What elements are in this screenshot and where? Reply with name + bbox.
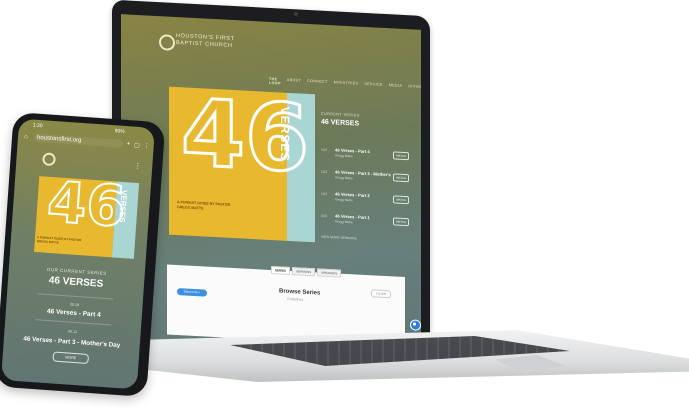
tabs-icon[interactable]: ▢: [134, 141, 140, 148]
watch-button[interactable]: WATCH: [393, 173, 409, 183]
show-info-button[interactable]: Show Info ⌕: [177, 288, 207, 297]
new-tab-icon[interactable]: +: [126, 141, 130, 147]
watch-button[interactable]: WATCH: [393, 217, 409, 227]
tab-sermons[interactable]: SERMONS: [292, 267, 316, 277]
browse-subtitle: Guidelines: [287, 296, 304, 302]
divider: [35, 319, 112, 325]
hero-number: 46: [44, 169, 128, 241]
watch-button[interactable]: WATCH: [393, 151, 409, 161]
view-more-link[interactable]: VIEW MORE SERMONS: [321, 235, 357, 241]
url-field[interactable]: houstonsfirst.org: [33, 133, 123, 148]
watch-button[interactable]: WATCH: [393, 195, 409, 205]
episode-row[interactable]: 10.6 46 Verses - Part 4 Gregg Matte WATC…: [321, 145, 413, 170]
phone-screen: 1:20 90% ⌂ houstonsfirst.org + ▢ ⋮ ⋮ 46 …: [1, 118, 155, 390]
church-logo-icon[interactable]: [159, 34, 175, 51]
filter-button[interactable]: FILTER: [371, 289, 391, 299]
episode-row[interactable]: 10.6 46 Verses - Part 2 Gregg Matte WATC…: [321, 189, 413, 214]
nav-connect[interactable]: CONNECT: [307, 79, 328, 88]
series-kicker: CURRENT SERIES: [321, 111, 360, 118]
nav-media[interactable]: MEDIA: [389, 83, 402, 92]
status-battery: 90%: [114, 128, 125, 135]
more-button[interactable]: MORE: [52, 351, 90, 364]
church-logo-text[interactable]: HOUSTON'S FIRST BAPTIST CHURCH: [176, 33, 235, 50]
home-icon[interactable]: ⌂: [22, 134, 30, 141]
menu-icon[interactable]: ⋮: [134, 162, 142, 170]
tab-speakers[interactable]: SPEAKERS: [317, 268, 342, 278]
church-logo-icon[interactable]: [42, 152, 56, 167]
tab-series[interactable]: SERIES: [271, 266, 291, 275]
laptop-screen: HOUSTON'S FIRST BAPTIST CHURCH THE LOOP …: [121, 14, 421, 360]
episode-row[interactable]: 10.6 46 Verses - Part 3 - Mother's Gregg…: [321, 167, 413, 192]
status-time: 1:20: [32, 122, 43, 130]
more-icon[interactable]: ⋮: [143, 142, 149, 149]
nav-ministries[interactable]: MINISTRIES: [334, 80, 359, 89]
series-title: 46 VERSES: [321, 118, 360, 128]
search-icon: ⌕: [198, 290, 201, 295]
nav-service[interactable]: SERVICE: [364, 82, 383, 91]
nav-giving[interactable]: GIVING: [408, 84, 421, 93]
chat-icon: [413, 322, 416, 326]
episode-row[interactable]: 10.6 46 Verses - Part 1 Gregg Matte WATC…: [321, 211, 413, 236]
divider: [37, 293, 113, 300]
hero-word: VERSES: [278, 106, 292, 162]
laptop-camera: [294, 12, 298, 16]
